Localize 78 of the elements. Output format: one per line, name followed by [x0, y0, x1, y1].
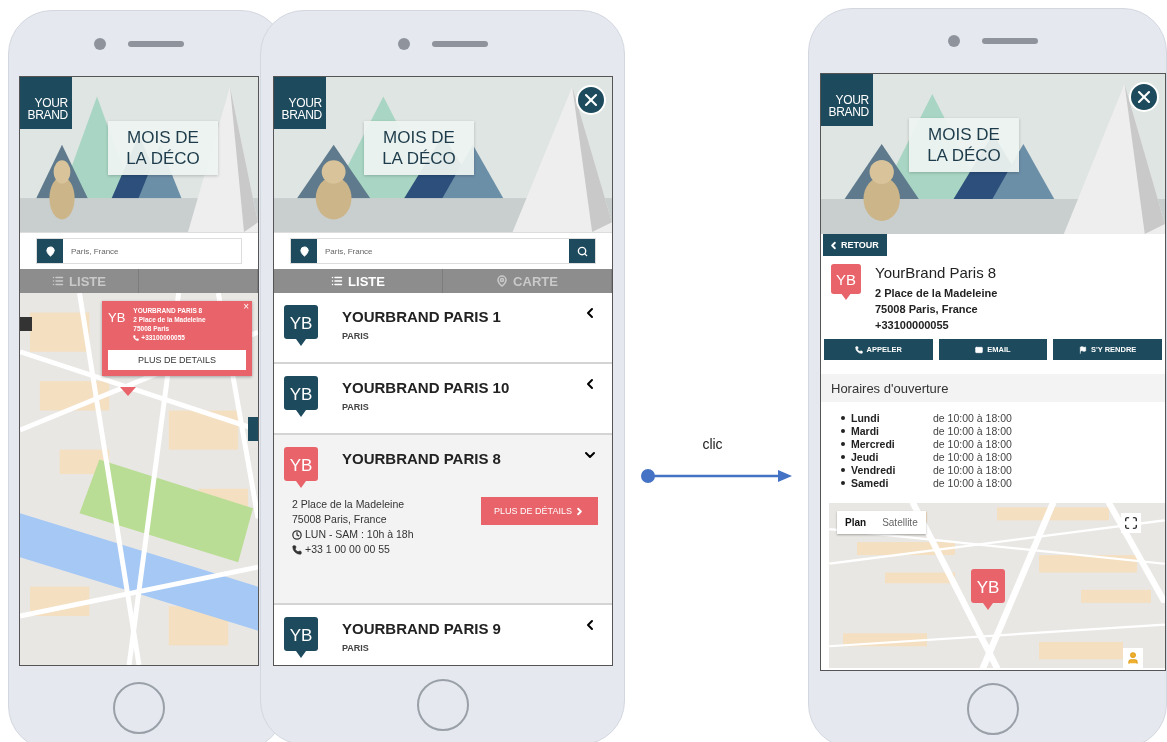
store-name: YOURBRAND PARIS 9: [342, 620, 502, 637]
opening-hours: de 10:00 à 18:00: [933, 451, 1013, 463]
store-detail: 75008 Paris, France: [875, 303, 979, 315]
banner-headline: MOIS DE LA DÉCO: [108, 121, 218, 175]
store-name: YOURBRAND PARIS 1: [342, 308, 502, 325]
camera-icon: [948, 35, 960, 47]
store-pin-badge: YB: [284, 617, 318, 659]
list-icon: [331, 275, 344, 287]
opening-hours: de 10:00 à 18:00: [933, 412, 1013, 424]
store-initials: YB: [108, 309, 126, 327]
back-button[interactable]: RETOUR: [823, 234, 887, 256]
search-button[interactable]: [569, 239, 595, 263]
opening-hours: de 10:00 à 18:00: [933, 438, 1013, 450]
store-pin-badge: YB: [284, 305, 318, 347]
search-field[interactable]: Paris, France: [290, 238, 596, 264]
store-pin-badge: YB: [284, 376, 318, 418]
banner-headline: MOIS DE LA DÉCO: [909, 118, 1019, 172]
store-pin-badge: YB: [831, 264, 861, 301]
map-type-toggle[interactable]: Satellite: [874, 511, 926, 534]
day-label: Mardi: [851, 425, 880, 437]
store-city: PARIS: [342, 643, 370, 653]
clock-icon: [292, 529, 302, 540]
store-address: 75008 Paris, France: [292, 512, 388, 527]
section-title: Horaires d'ouverture: [821, 374, 1165, 402]
store-detail: 2 Place de la Madeleine: [875, 287, 998, 299]
arrow-label: clic: [702, 436, 723, 452]
store-name: YOURBRAND PARIS 10: [342, 379, 511, 396]
day-label: Mercredi: [851, 438, 896, 450]
store-city: PARIS: [342, 402, 370, 412]
store-pin-badge: YB: [284, 447, 318, 489]
phone-icon: [854, 345, 863, 354]
speaker-icon: [982, 38, 1038, 44]
list-icon: [52, 275, 65, 287]
phone-icon: [133, 334, 140, 341]
speaker-icon: [128, 40, 184, 47]
chevron-left-icon: [828, 239, 839, 251]
day-label: Jeudi: [851, 451, 880, 463]
details-button[interactable]: PLUS DE DETAILS: [108, 350, 246, 370]
day-label: Lundi: [851, 412, 881, 424]
day-label: Vendredi: [851, 464, 897, 476]
map-marker-icon[interactable]: [248, 417, 258, 441]
camera-icon: [398, 37, 410, 50]
mail-icon: [975, 345, 984, 354]
bullet-icon: [841, 455, 845, 459]
brand-logo: YOUR BRAND: [274, 77, 326, 129]
brand-logo: YOUR BRAND: [821, 74, 873, 126]
day-label: Samedi: [851, 477, 890, 489]
bullet-icon: [841, 429, 845, 433]
opening-hours: de 10:00 à 18:00: [933, 477, 1013, 489]
store-name: YOURBRAND PARIS 8: [342, 450, 502, 467]
location-pin-icon: [496, 275, 509, 287]
store-list-item[interactable]: YB YOURBRAND PARIS 8 2 Place de la Madeleine 75008 Paris, France LUN - SAM : 10h à 18h +33 1 00 00 00 55 PLUS DE DÉTAILS: [274, 435, 612, 605]
store-phone: +33 1 00 00 00 55: [305, 542, 390, 557]
bullet-icon: [841, 442, 845, 446]
flag-icon: [1078, 345, 1087, 354]
search-icon: [576, 245, 588, 257]
store-hours: LUN - SAM : 10h à 18h: [305, 527, 414, 542]
location-pin-icon: [37, 239, 63, 263]
bullet-icon: [841, 416, 845, 420]
store-address: 2 Place de la Madeleine: [292, 497, 406, 512]
store-pin-badge: YB: [971, 569, 1005, 611]
fullscreen-icon[interactable]: [1121, 513, 1141, 533]
brand-logo: YOUR BRAND: [20, 77, 72, 129]
banner-headline: MOIS DE LA DÉCO: [364, 121, 474, 175]
phone-icon: [292, 544, 302, 555]
popup-pointer: [120, 387, 136, 396]
map-type-toggle[interactable]: Plan: [837, 511, 875, 534]
speaker-icon: [432, 40, 488, 47]
store-detail: +33100000055: [875, 319, 950, 331]
camera-icon: [94, 37, 106, 50]
opening-hours: de 10:00 à 18:00: [933, 464, 1013, 476]
store-city: PARIS: [342, 331, 370, 341]
bullet-icon: [841, 468, 845, 472]
location-pin-icon: [291, 239, 317, 263]
store-name: YourBrand Paris 8: [875, 264, 998, 281]
bullet-icon: [841, 481, 845, 485]
search-field[interactable]: Paris, France: [36, 238, 242, 264]
opening-hours: de 10:00 à 18:00: [933, 425, 1013, 437]
